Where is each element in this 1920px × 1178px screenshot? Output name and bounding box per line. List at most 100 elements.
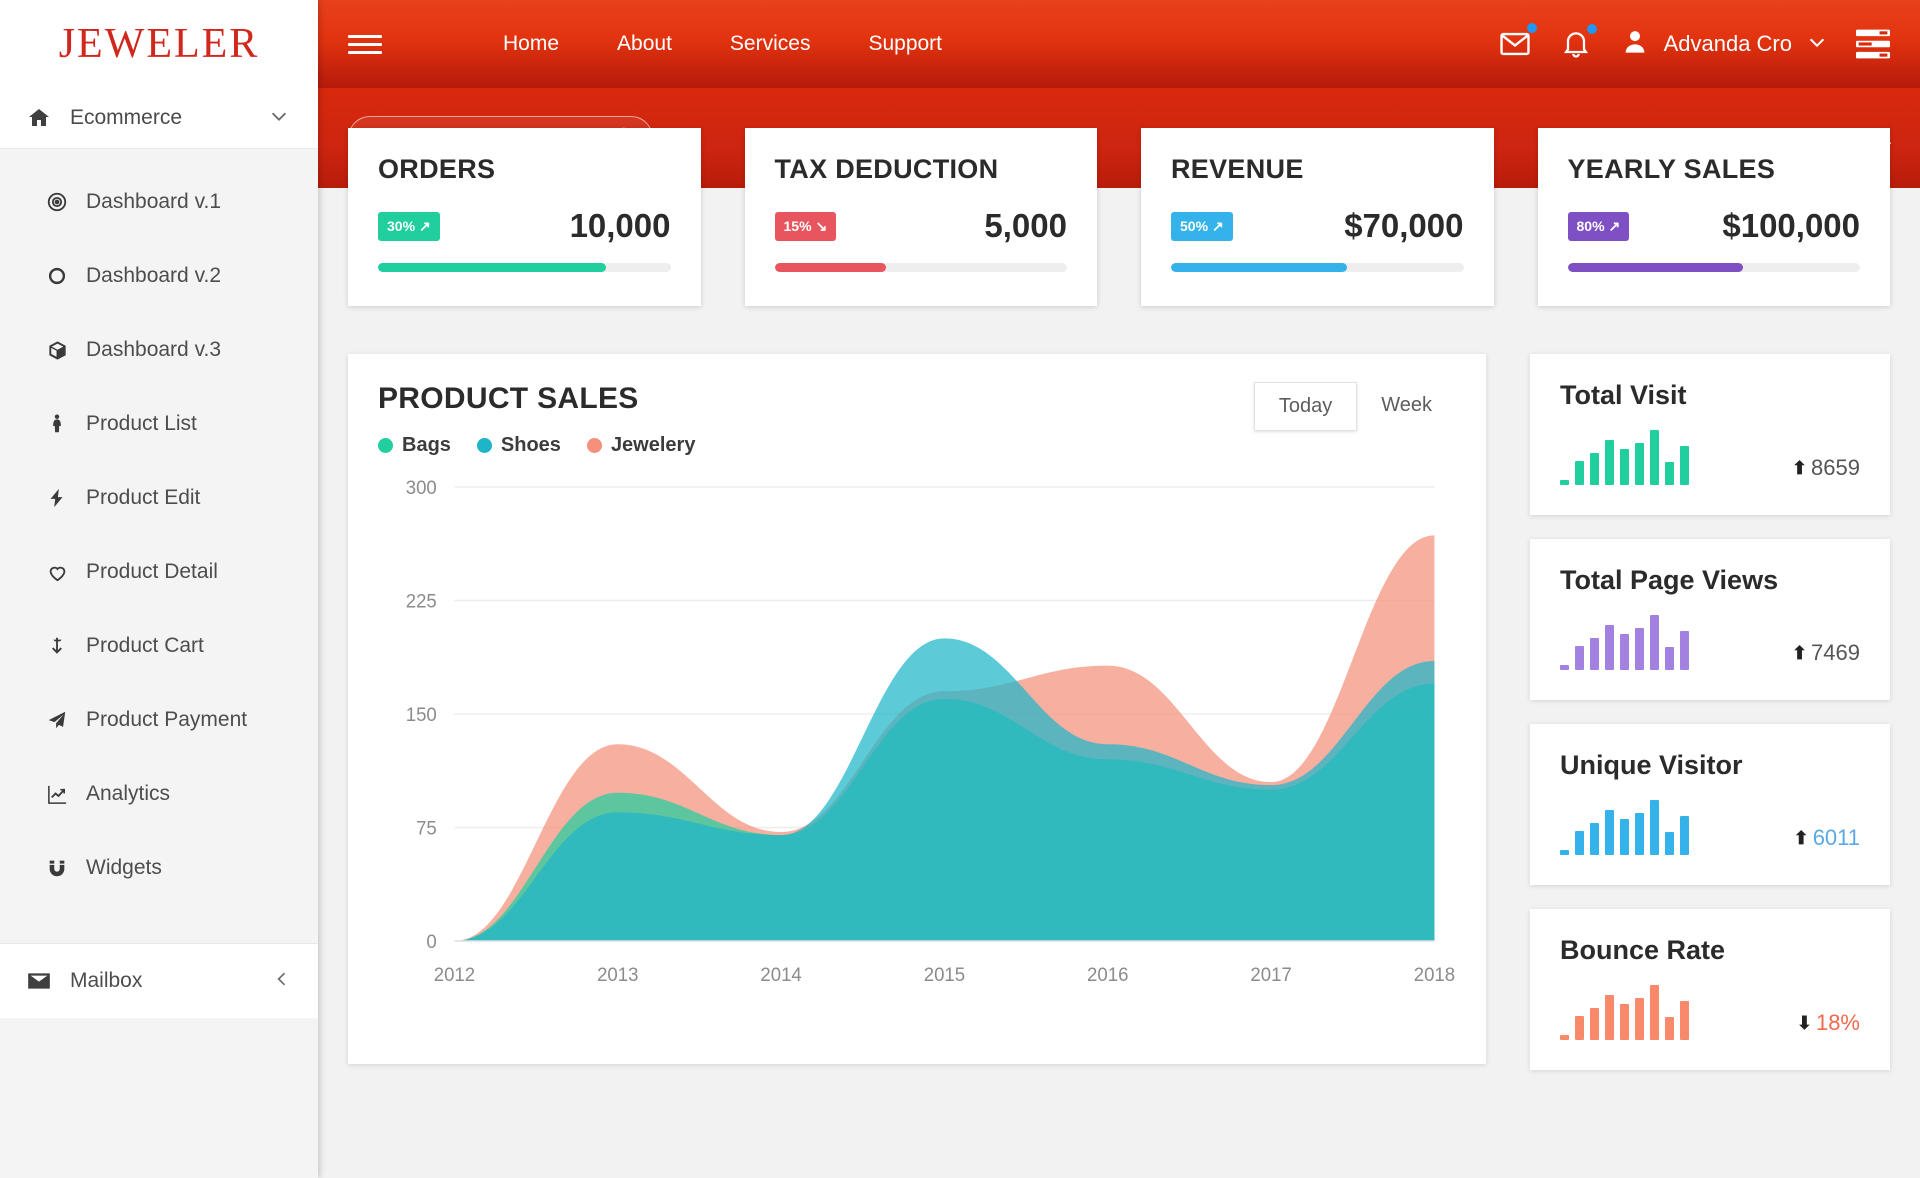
messages-button[interactable] [1498,27,1532,61]
brand-logo[interactable]: JEWELER [0,0,318,88]
y-axis-tick-label: 0 [426,931,436,952]
user-menu[interactable]: Advanda Cro [1620,27,1828,62]
nav-link-home[interactable]: Home [474,22,588,66]
box-icon [44,339,70,362]
sidebar-item-label: Product Payment [86,708,247,732]
sidebar-item-product-detail[interactable]: Product Detail [0,535,318,609]
x-axis-tick-label: 2018 [1414,964,1455,985]
stat-progress-fill [775,263,886,272]
x-axis-tick-label: 2013 [597,964,638,985]
legend-item-bags[interactable]: Bags [378,434,451,457]
nav-link-support[interactable]: Support [839,22,971,66]
sparkline-bar [1590,638,1599,670]
legend-color-swatch [477,438,492,453]
arrow-up-icon: ⬆ [1792,458,1807,479]
sparkline-bar [1665,462,1674,485]
envelope-icon [26,968,52,994]
nav-link-services[interactable]: Services [701,22,840,66]
sidebar-item-label: Widgets [86,856,162,880]
sidebar-item-label: Dashboard v.2 [86,264,221,288]
stat-title: ORDERS [378,154,671,185]
sparkline-bar [1575,1016,1584,1040]
sidebar-item-ecommerce[interactable]: Ecommerce [0,88,318,149]
x-axis-tick-label: 2017 [1250,964,1291,985]
legend-label: Jewelery [611,434,696,457]
notifications-button[interactable] [1560,28,1592,60]
sparkline-bar [1635,628,1644,670]
stat-value: 5,000 [984,207,1067,245]
sparkline-bar [1680,446,1689,485]
stat-title: YEARLY SALES [1568,154,1861,185]
sparkline-bar [1635,443,1644,485]
widget-unique-visitor: Unique Visitor ⬆ 6011 [1530,724,1890,885]
sidebar-item-product-list[interactable]: Product List [0,387,318,461]
sidebar-item-dashboard-v1[interactable]: Dashboard v.1 [0,165,318,239]
sparkline-bar [1635,998,1644,1040]
top-nav-links: Home About Services Support [474,22,971,66]
widget-bounce-rate: Bounce Rate ⬇ 18% [1530,909,1890,1070]
arrow-down-icon [44,635,70,657]
legend-item-shoes[interactable]: Shoes [477,434,561,457]
y-axis-tick-label: 75 [416,817,437,838]
arrow-up-icon: ↗ [1609,218,1621,235]
sparkline-bar [1590,1008,1599,1040]
sparkline-bar [1650,800,1659,855]
sidebar-item-label: Analytics [86,782,170,806]
sidebar-item-product-payment[interactable]: Product Payment [0,683,318,757]
stat-progress-track [775,263,1068,272]
stat-title: TAX DEDUCTION [775,154,1068,185]
paper-plane-icon [44,709,70,731]
nav-link-about[interactable]: About [588,22,701,66]
stat-card-orders: ORDERS 30% ↗ 10,000 [348,128,701,306]
sidebar: JEWELER Ecommerce Dashboard v.1 [0,0,318,1178]
stat-title: REVENUE [1171,154,1464,185]
sparkline-bar [1605,810,1614,855]
list-icon[interactable] [1856,29,1890,59]
widget-value: 8659 [1811,455,1860,481]
sparkline-bar [1575,646,1584,670]
home-icon [26,106,52,130]
sidebar-item-product-cart[interactable]: Product Cart [0,609,318,683]
stat-badge-pct: 30% [387,218,415,234]
sparkline-bar [1680,816,1689,855]
widget-value: 6011 [1813,825,1860,851]
stat-card-tax-deduction: TAX DEDUCTION 15% ↘ 5,000 [745,128,1098,306]
tab-today[interactable]: Today [1254,382,1357,431]
sidebar-item-dashboard-v2[interactable]: Dashboard v.2 [0,239,318,313]
sidebar-item-mailbox[interactable]: Mailbox [0,944,318,1018]
sparkline-bar [1590,823,1599,855]
sidebar-item-product-edit[interactable]: Product Edit [0,461,318,535]
hamburger-icon[interactable] [348,35,382,54]
arrow-up-icon: ⬆ [1794,828,1809,849]
sparkline-bar [1665,647,1674,670]
legend-item-jewelery[interactable]: Jewelery [587,434,696,457]
sparkline-bar [1665,832,1674,855]
stat-card-yearly-sales: YEARLY SALES 80% ↗ $100,000 [1538,128,1891,306]
widget-title: Bounce Rate [1560,935,1860,966]
main-area: Home About Services Support [318,0,1920,1178]
sparkline-bar [1635,813,1644,855]
sidebar-item-widgets[interactable]: Widgets [0,831,318,905]
sparkline-bar [1575,831,1584,855]
chart-range-toggle: Today Week [1254,382,1456,431]
sparkline-bar [1620,449,1629,485]
user-icon [1620,27,1650,62]
circle-icon [44,265,70,287]
legend-color-swatch [378,438,393,453]
stat-badge: 30% ↗ [378,212,440,241]
messages-badge-dot [1527,23,1537,33]
tab-week[interactable]: Week [1357,382,1456,431]
stat-badge: 50% ↗ [1171,212,1233,241]
widget-title: Unique Visitor [1560,750,1860,781]
sidebar-item-dashboard-v3[interactable]: Dashboard v.3 [0,313,318,387]
magnet-icon [44,857,70,879]
user-name-label: Advanda Cro [1664,31,1792,57]
sidebar-item-analytics[interactable]: Analytics [0,757,318,831]
y-axis-tick-label: 150 [406,704,437,725]
chevron-left-icon [272,969,292,994]
widget-total-visit: Total Visit ⬆ 8659 [1530,354,1890,515]
legend-label: Shoes [501,434,561,457]
stat-badge: 80% ↗ [1568,212,1630,241]
chart-title: PRODUCT SALES [378,382,695,416]
area-chart-svg: 0751502253002012201320142015201620172018 [378,471,1456,1011]
